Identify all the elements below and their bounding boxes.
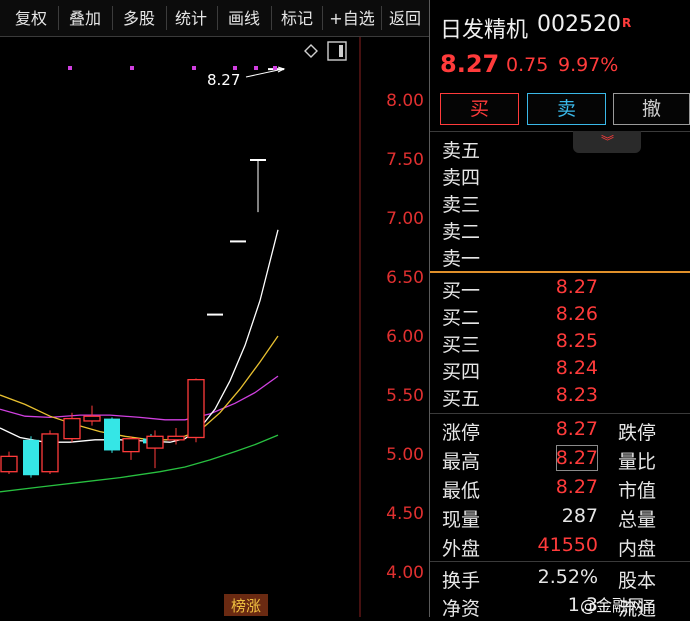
current-volume-value: 287 [561,505,598,527]
high-value: 8.27 [555,447,598,469]
last-price-label: 8.27 [207,71,240,89]
toolbar-multi-stock-button[interactable]: 多股 [114,0,164,36]
price-tick-label: 7.50 [386,150,424,170]
turnover-value: 2.52% [537,566,598,588]
total-volume-label: 总量 [618,509,657,531]
share-capital-label: 股本 [618,570,657,592]
price-tick-label: 4.50 [386,504,424,524]
diamond-icon[interactable] [304,44,318,58]
stock-code: 002520 [537,12,621,37]
toolbar-stats-button[interactable]: 统计 [168,0,214,36]
toolbar-draw-line-button[interactable]: 画线 [219,0,269,36]
ask-5-label: 卖五 [442,140,481,162]
candle[interactable] [104,417,120,453]
price-change-pct: 9.97% [558,54,619,76]
candle[interactable] [83,405,101,426]
market-cap-label: 市值 [618,480,657,502]
ask-3-label: 卖三 [442,194,481,216]
price-tick-label: 7.00 [386,209,424,229]
toolbar-mark-button[interactable]: 标记 [273,0,321,36]
limit-down-label: 跌停 [618,422,657,444]
limit-up-label: 涨停 [442,422,481,444]
price-tick-label: 6.50 [386,268,424,288]
limit-up-value: 8.27 [555,418,598,440]
outer-volume-value: 41550 [537,534,598,556]
toolbar-add-watchlist-button[interactable]: +自选 [324,0,380,36]
candle[interactable] [230,240,246,243]
ma-yellow-line [0,335,279,441]
trading-app: 复权 叠加 多股 统计 画线 标记 +自选 返回 8.00 7.50 7.00 6.5… [0,0,690,620]
magenta-markers [68,66,277,70]
toolbar-fuquan-button[interactable]: 复权 [6,0,56,36]
watermark: @金融网 [580,596,645,615]
cancel-order-button[interactable]: 撤 [613,93,690,125]
candle[interactable] [23,436,39,478]
candle[interactable] [250,159,266,213]
price-change: 0.75 [506,54,549,76]
ask-1-label: 卖一 [442,248,481,270]
price-axis-ticks: 8.00 7.50 7.00 6.50 6.00 5.50 5.00 4.50 4.00 [386,91,424,583]
bid-2-label: 买二 [442,307,481,329]
stock-flag: R [622,16,632,30]
inner-volume-label: 内盘 [618,538,657,560]
candlestick-chart[interactable]: 8.00 7.50 7.00 6.50 6.00 5.50 5.00 4.50 4.00 8.2… [0,37,430,617]
price-tick-label: 4.00 [386,563,424,583]
price-tick-label: 8.00 [386,91,424,111]
candles [0,68,284,478]
chart-toolbar: 复权 叠加 多股 统计 画线 标记 +自选 返回 [0,0,430,37]
low-value: 8.27 [555,476,598,498]
bid-3-label: 买三 [442,334,481,356]
ask-2-label: 卖二 [442,221,481,243]
bid-5-label: 买五 [442,388,481,410]
bid-1-price: 8.27 [555,276,598,298]
stock-name: 日发精机 [440,18,529,43]
bid-4-price: 8.24 [555,357,598,379]
last-price-arrow [245,68,284,78]
bid-5-price: 8.23 [555,384,598,406]
collapse-tab[interactable]: ︾ [573,131,641,153]
ask-4-label: 卖四 [442,167,481,189]
chevron-down-icon: ︾ [601,135,615,150]
candle[interactable] [146,430,164,469]
rank-badge-label: 榜涨 [231,597,261,615]
price-tick-label: 5.00 [386,445,424,465]
volume-ratio-label: 量比 [618,451,657,473]
bid-3-price: 8.25 [555,330,598,352]
current-volume-label: 现量 [442,509,481,531]
candle[interactable] [187,378,205,443]
candle[interactable] [63,412,81,443]
buy-button[interactable]: 买 [440,93,519,125]
toolbar-overlay-button[interactable]: 叠加 [60,0,110,36]
bid-2-price: 8.26 [555,303,598,325]
panel-toggle-icon[interactable] [327,41,347,61]
price-tick-label: 6.00 [386,327,424,347]
high-label: 最高 [442,451,481,473]
candle[interactable] [41,430,59,475]
candle[interactable] [122,436,140,460]
sell-button[interactable]: 卖 [527,93,606,125]
bid-4-label: 买四 [442,361,481,383]
bid-1-label: 买一 [442,280,481,302]
outer-volume-label: 外盘 [442,538,481,560]
bid-ask-separator [430,271,690,273]
low-label: 最低 [442,480,481,502]
candle[interactable] [207,313,223,316]
quote-panel: 日发精机 002520 R 8.27 0.75 9.97% 买 卖 撤 ︾ 卖五… [430,0,690,620]
toolbar-back-button[interactable]: 返回 [383,0,427,36]
current-price: 8.27 [440,50,500,78]
ma-white-line [0,229,279,443]
candle[interactable] [0,451,18,475]
ma-magenta-line [0,375,279,421]
price-tick-label: 5.50 [386,386,424,406]
turnover-label: 换手 [442,570,481,592]
